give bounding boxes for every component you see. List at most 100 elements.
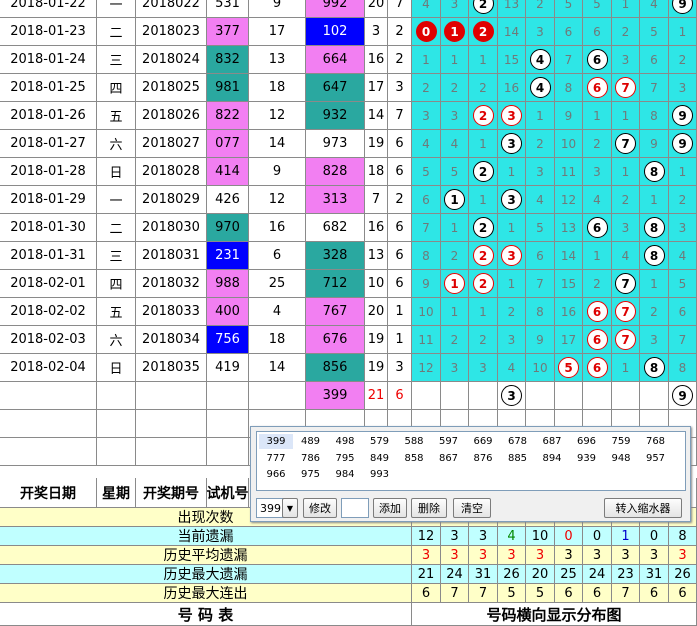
number-input[interactable] <box>341 498 369 518</box>
pool-item[interactable]: 768 <box>639 434 673 449</box>
pool-item[interactable]: 669 <box>466 434 500 449</box>
pool-item[interactable]: 876 <box>466 451 500 466</box>
draw-number: 856 <box>306 354 365 382</box>
pool-item[interactable]: 678 <box>501 434 535 449</box>
draw-sum: 19 <box>365 354 388 382</box>
grid-cell <box>97 382 136 410</box>
pool-item[interactable]: 993 <box>363 467 397 482</box>
pool-item[interactable]: 786 <box>294 451 328 466</box>
test-number: 832 <box>207 46 249 74</box>
pool-item[interactable]: 489 <box>294 434 328 449</box>
dist-cell: 1 <box>498 214 526 242</box>
dist-cell: 5 <box>526 214 555 242</box>
hit-ball: 7 <box>615 77 636 98</box>
dist-cell: 1 <box>612 0 640 18</box>
pred-ball: 9 <box>672 385 693 406</box>
stat-value: 8 <box>669 527 697 546</box>
dist-cell: 2 <box>669 46 697 74</box>
dist-cell: 3 <box>412 102 441 130</box>
test-sum: 18 <box>249 326 306 354</box>
pool-item[interactable]: 579 <box>363 434 397 449</box>
pred-dist-cell: 9 <box>669 382 697 410</box>
hit-ball: 1 <box>444 21 465 42</box>
dist-cell: 3 <box>498 102 526 130</box>
dist-cell: 7 <box>640 74 669 102</box>
grid-cell <box>136 438 207 466</box>
pool-item[interactable]: 696 <box>570 434 604 449</box>
dist-cell: 6 <box>583 326 612 354</box>
draw-span: 3 <box>388 74 412 102</box>
test-number: 988 <box>207 270 249 298</box>
pool-item[interactable]: 777 <box>259 451 293 466</box>
dist-cell: 2 <box>469 326 498 354</box>
dist-cell: 1 <box>669 158 697 186</box>
pool-item[interactable]: 795 <box>328 451 362 466</box>
stat-value: 6 <box>583 584 612 603</box>
dist-cell: 5 <box>412 158 441 186</box>
number-select[interactable]: 399 <box>256 498 284 518</box>
pool-item[interactable]: 399 <box>259 434 293 449</box>
chevron-down-icon[interactable]: ▼ <box>282 498 298 518</box>
pool-item[interactable]: 966 <box>259 467 293 482</box>
dist-cell: 3 <box>669 74 697 102</box>
stat-value: 3 <box>469 546 498 565</box>
dist-cell: 1 <box>441 214 469 242</box>
hit-ball: 7 <box>615 329 636 350</box>
hit-ball: 7 <box>615 133 636 154</box>
draw-date: 2018-01-30 <box>0 214 97 242</box>
header-issue: 开奖期号 <box>136 478 207 508</box>
dist-cell: 1 <box>526 102 555 130</box>
hit-ball: 4 <box>529 77 551 98</box>
dist-cell: 3 <box>640 326 669 354</box>
dist-cell: 1 <box>498 158 526 186</box>
pred-dist-cell <box>412 382 441 410</box>
dist-cell: 4 <box>412 0 441 18</box>
shrink-button[interactable]: 转入缩水器 <box>604 498 682 518</box>
draw-sum: 16 <box>365 214 388 242</box>
test-sum: 12 <box>249 102 306 130</box>
pool-item[interactable]: 948 <box>604 451 638 466</box>
weekday: 一 <box>97 0 136 18</box>
pool-item[interactable]: 588 <box>397 434 431 449</box>
dist-cell: 1 <box>640 186 669 214</box>
add-button[interactable]: 添加 <box>373 498 407 518</box>
number-select-value: 399 <box>260 501 281 515</box>
dist-cell: 2 <box>469 270 498 298</box>
dist-cell: 6 <box>583 298 612 326</box>
draw-span: 3 <box>388 354 412 382</box>
pool-item[interactable]: 957 <box>639 451 673 466</box>
pool-item[interactable]: 858 <box>397 451 431 466</box>
dist-cell: 10 <box>526 354 555 382</box>
delete-button[interactable]: 删除 <box>411 498 447 518</box>
pool-item[interactable]: 759 <box>604 434 638 449</box>
draw-date: 2018-02-04 <box>0 354 97 382</box>
dist-cell: 1 <box>469 46 498 74</box>
pool-item[interactable]: 975 <box>294 467 328 482</box>
pool-item[interactable]: 894 <box>535 451 569 466</box>
dist-cell: 14 <box>498 18 526 46</box>
number-pool-list[interactable]: 399 489 498 579 588 597 669 678 687 696 759 768 777 7… <box>256 431 686 491</box>
draw-date: 2018-01-29 <box>0 186 97 214</box>
pool-item[interactable]: 939 <box>570 451 604 466</box>
dist-cell: 4 <box>612 242 640 270</box>
issue-number: 2018035 <box>136 354 207 382</box>
pool-item[interactable]: 885 <box>501 451 535 466</box>
issue-number: 2018031 <box>136 242 207 270</box>
pool-item[interactable]: 597 <box>432 434 466 449</box>
clear-button[interactable]: 清空 <box>453 498 491 518</box>
dist-cell: 8 <box>640 214 669 242</box>
dist-cell: 2 <box>583 130 612 158</box>
pred-dist-cell <box>526 382 555 410</box>
pool-item[interactable]: 498 <box>328 434 362 449</box>
grid-cell <box>207 382 249 410</box>
draw-date: 2018-01-28 <box>0 158 97 186</box>
dist-cell: 13 <box>498 0 526 18</box>
pool-item[interactable]: 687 <box>535 434 569 449</box>
issue-number: 2018033 <box>136 298 207 326</box>
pool-item[interactable]: 849 <box>363 451 397 466</box>
pool-item[interactable]: 867 <box>432 451 466 466</box>
modify-button[interactable]: 修改 <box>303 498 337 518</box>
draw-number: 712 <box>306 270 365 298</box>
pool-item[interactable]: 984 <box>328 467 362 482</box>
dist-cell: 3 <box>498 186 526 214</box>
